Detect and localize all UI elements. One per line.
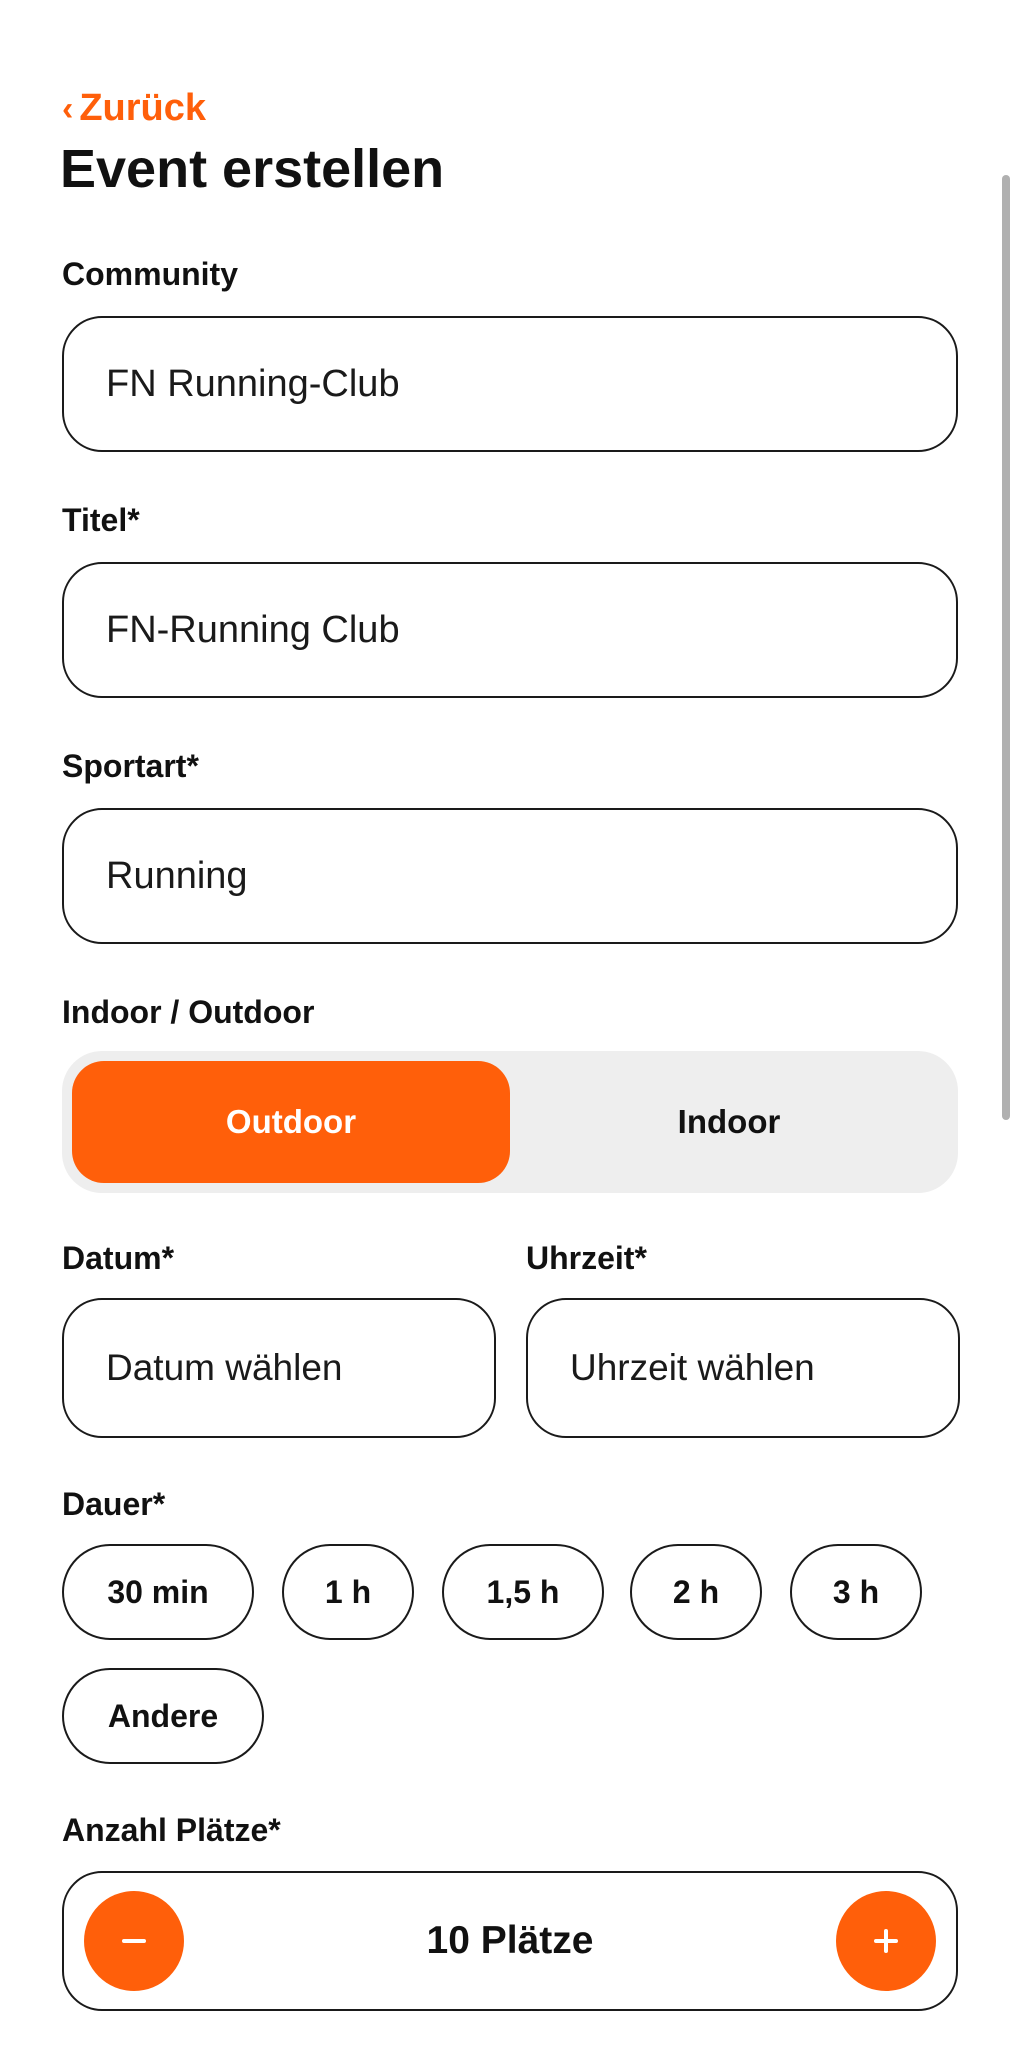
sport-label: Sportart* xyxy=(62,748,199,784)
title-label: Titel* xyxy=(62,502,140,538)
community-input[interactable] xyxy=(106,362,956,406)
toggle-option-outdoor[interactable]: Outdoor xyxy=(72,1061,510,1183)
duration-chip-1h[interactable]: 1 h xyxy=(282,1544,414,1640)
duration-chip-30min[interactable]: 30 min xyxy=(62,1544,254,1640)
page-title: Event erstellen xyxy=(60,139,445,199)
time-label: Uhrzeit* xyxy=(526,1240,647,1276)
duration-chip-3h[interactable]: 3 h xyxy=(790,1544,922,1640)
back-button[interactable]: ‹ Zurück xyxy=(62,84,206,133)
minus-icon xyxy=(122,1939,146,1943)
back-label: Zurück xyxy=(79,87,207,129)
plus-icon xyxy=(874,1929,898,1953)
duration-chip-other[interactable]: Andere xyxy=(62,1668,264,1764)
chevron-left-icon: ‹ xyxy=(62,90,74,128)
spots-label: Anzahl Plätze* xyxy=(62,1812,281,1848)
create-event-screen: ‹Zurück Event erstellen Community Titel*… xyxy=(0,0,1020,2048)
increment-button[interactable] xyxy=(836,1891,936,1991)
duration-chip-1-5h[interactable]: 1,5 h xyxy=(442,1544,604,1640)
community-field[interactable] xyxy=(62,316,958,452)
scrollbar[interactable] xyxy=(1002,175,1010,1120)
location-type-label: Indoor / Outdoor xyxy=(62,994,315,1030)
spots-value: 10 Plätze xyxy=(426,1919,594,1962)
sport-input[interactable] xyxy=(106,854,956,898)
sport-field[interactable] xyxy=(62,808,958,944)
date-picker-field[interactable]: Datum wählen xyxy=(62,1298,496,1438)
toggle-option-indoor[interactable]: Indoor xyxy=(510,1061,948,1183)
community-label: Community xyxy=(62,256,238,292)
title-field[interactable] xyxy=(62,562,958,698)
duration-label: Dauer* xyxy=(62,1486,166,1522)
spots-stepper: 10 Plätze xyxy=(62,1871,958,2011)
title-input[interactable] xyxy=(106,608,956,652)
date-label: Datum* xyxy=(62,1240,175,1276)
duration-chip-2h[interactable]: 2 h xyxy=(630,1544,762,1640)
time-picker-field[interactable]: Uhrzeit wählen xyxy=(526,1298,960,1438)
decrement-button[interactable] xyxy=(84,1891,184,1991)
location-type-toggle: Outdoor Indoor xyxy=(62,1051,958,1193)
